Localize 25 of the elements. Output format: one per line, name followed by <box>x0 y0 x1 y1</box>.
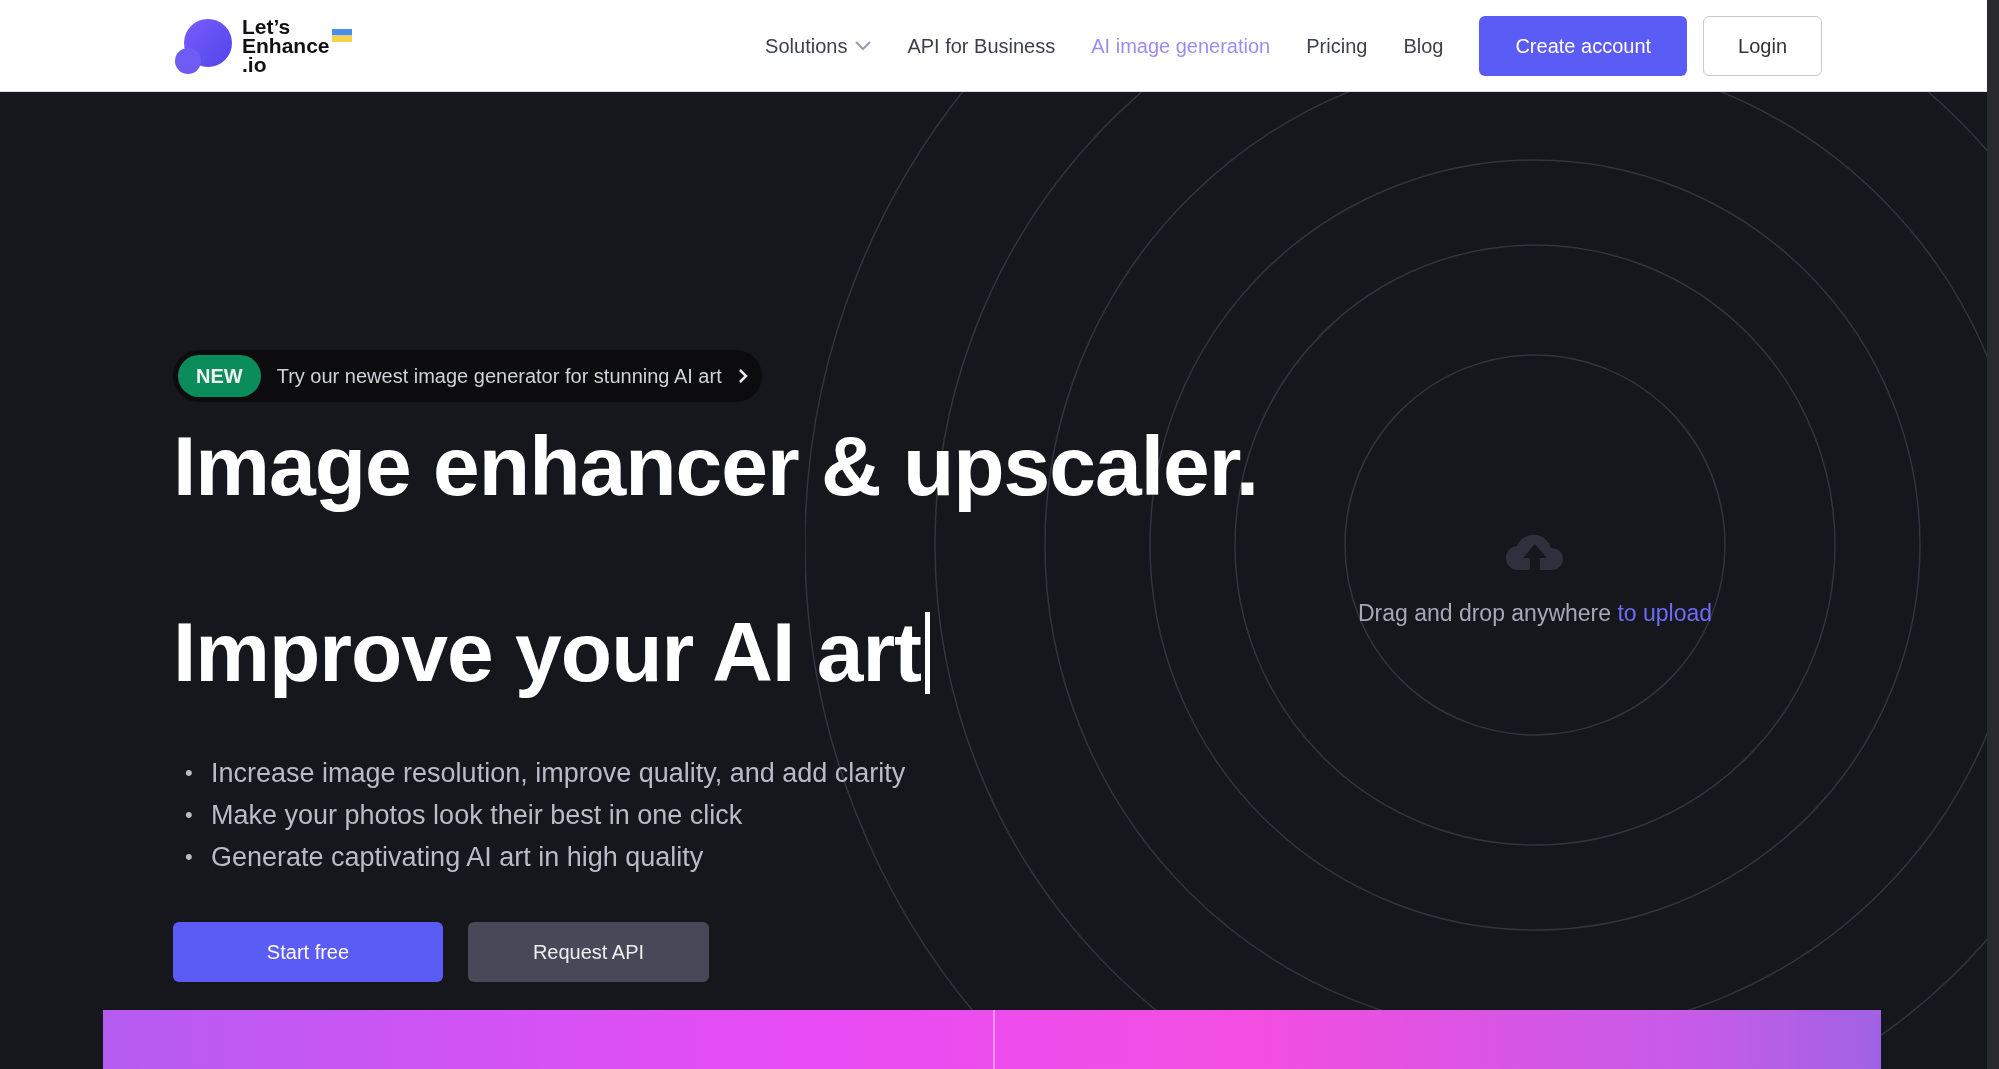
nav-link[interactable]: API for Business <box>907 30 1056 61</box>
scrollbar[interactable] <box>1987 0 1999 1069</box>
bullet-marker: • <box>185 801 194 829</box>
logo-text[interactable]: Let’s Enhance .io <box>242 17 330 74</box>
chevron-down-icon <box>855 40 872 51</box>
announcement-banner[interactable]: NEW Try our newest image generator for stunning AI art <box>173 350 762 402</box>
create-account-button[interactable]: Create account <box>1479 15 1688 76</box>
nav-link[interactable]: Pricing <box>1306 30 1368 61</box>
nav-link[interactable]: Solutions <box>765 30 872 61</box>
bullet-marker: • <box>185 843 194 871</box>
feature-text: Make your photos look their best in one click <box>211 799 743 832</box>
upload-instruction: Drag and drop anywhere to upload <box>1357 599 1713 628</box>
new-badge: NEW <box>178 355 261 397</box>
cloud-upload-icon <box>1505 532 1565 570</box>
chevron-right-icon <box>737 368 748 384</box>
request-api-button[interactable]: Request API <box>468 922 709 982</box>
nav-link[interactable]: Blog <box>1403 30 1444 61</box>
login-button[interactable]: Login <box>1703 15 1822 76</box>
feature-text: Generate captivating AI art in high quality <box>211 841 704 874</box>
upload-link[interactable]: to upload <box>1617 600 1713 626</box>
announcement-text: Try our newest image generator for stunning AI art <box>276 364 722 389</box>
bullet-marker: • <box>185 759 194 787</box>
start-free-button[interactable]: Start free <box>173 922 443 982</box>
feature-text: Increase image resolution, improve quality, and add clarity <box>211 757 906 790</box>
flag-icon <box>331 28 352 42</box>
